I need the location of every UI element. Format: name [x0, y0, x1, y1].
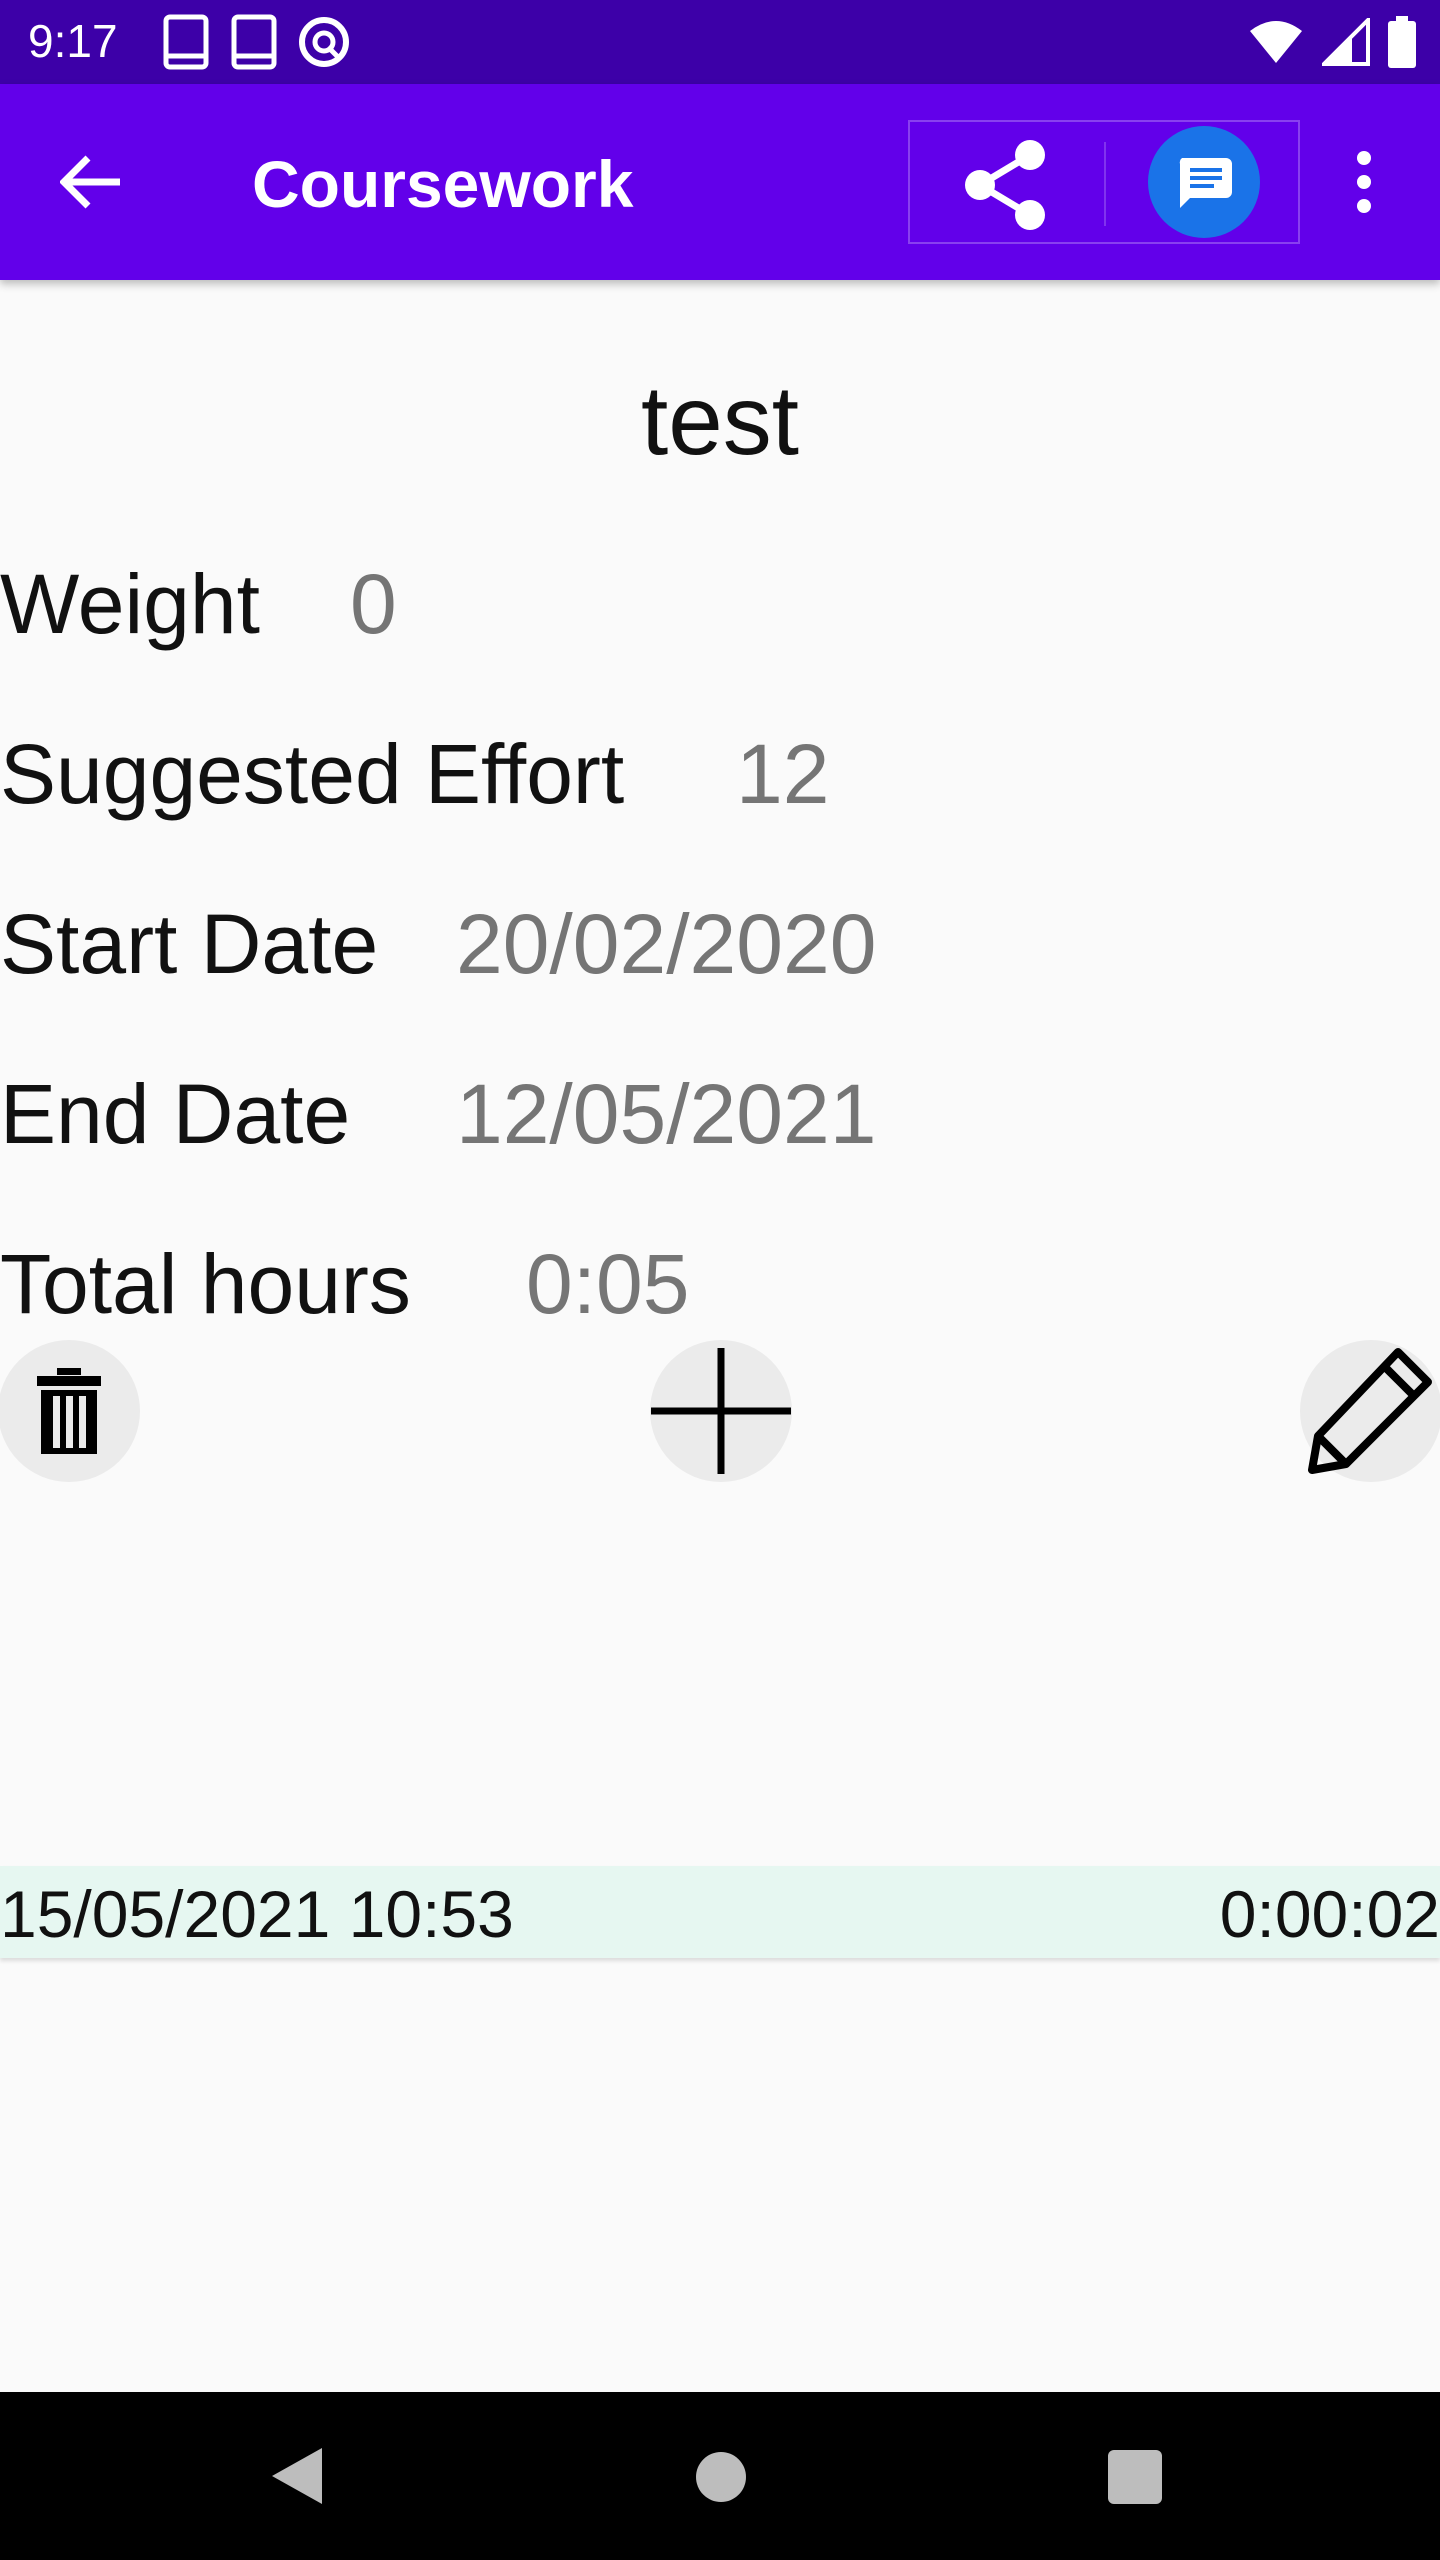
total-hours-value: 0:05: [526, 1237, 690, 1331]
system-nav-bar: [0, 2392, 1440, 2560]
suggested-effort-field: Suggested Effort 12: [0, 726, 829, 823]
overflow-menu-button[interactable]: [1336, 142, 1392, 222]
action-group: [908, 120, 1300, 244]
nav-home-icon[interactable]: [696, 2452, 746, 2502]
at-sign-icon: [299, 17, 349, 67]
action-divider: [1104, 142, 1106, 226]
message-icon: [1179, 158, 1232, 208]
add-icon: [651, 1348, 791, 1474]
total-hours-label: Total hours: [0, 1237, 411, 1331]
start-date-label: Start Date: [0, 897, 379, 991]
nav-recents-icon[interactable]: [1108, 2450, 1162, 2504]
share-icon: [965, 140, 1045, 230]
end-date-field: End Date 12/05/2021: [0, 1066, 876, 1163]
wifi-icon: [1250, 21, 1302, 63]
end-date-label: End Date: [0, 1067, 351, 1161]
status-bar: 9:17: [0, 0, 1440, 84]
session-duration: 0:00:02: [1219, 1877, 1440, 1951]
share-button[interactable]: [960, 140, 1050, 230]
weight-field: Weight 0: [0, 556, 397, 653]
delete-button[interactable]: [0, 1340, 140, 1482]
battery-icon: [1388, 16, 1416, 68]
weight-value: 0: [350, 557, 397, 651]
back-button[interactable]: [52, 142, 132, 222]
total-hours-field: Total hours 0:05: [0, 1236, 690, 1333]
more-vert-icon: [1357, 151, 1371, 213]
session-datetime: 15/05/2021 10:53: [0, 1877, 514, 1951]
arrow-back-icon: [60, 155, 120, 209]
status-right-icons: [1248, 14, 1416, 70]
session-list-item[interactable]: 15/05/2021 10:53 0:00:02: [0, 1866, 1440, 1958]
message-button[interactable]: [1148, 126, 1260, 238]
book-icon: [163, 14, 209, 70]
book-icon: [231, 14, 277, 70]
edit-button[interactable]: [1300, 1340, 1440, 1482]
start-date-value: 20/02/2020: [456, 897, 877, 991]
status-left-icons: [162, 14, 350, 70]
weight-label: Weight: [0, 557, 260, 651]
edit-icon: [1308, 1348, 1432, 1474]
end-date-value: 12/05/2021: [456, 1067, 877, 1161]
nav-back-icon[interactable]: [270, 2446, 324, 2506]
app-title: Coursework: [252, 147, 634, 221]
item-title: test: [641, 365, 799, 475]
start-date-field: Start Date 20/02/2020: [0, 896, 876, 993]
suggested-effort-value: 12: [736, 727, 830, 821]
signal-icon: [1322, 18, 1370, 66]
app-bar: Coursework: [0, 84, 1440, 280]
status-time: 9:17: [28, 15, 118, 67]
delete-icon: [37, 1368, 101, 1454]
add-button[interactable]: [650, 1340, 792, 1482]
suggested-effort-label: Suggested Effort: [0, 727, 625, 821]
